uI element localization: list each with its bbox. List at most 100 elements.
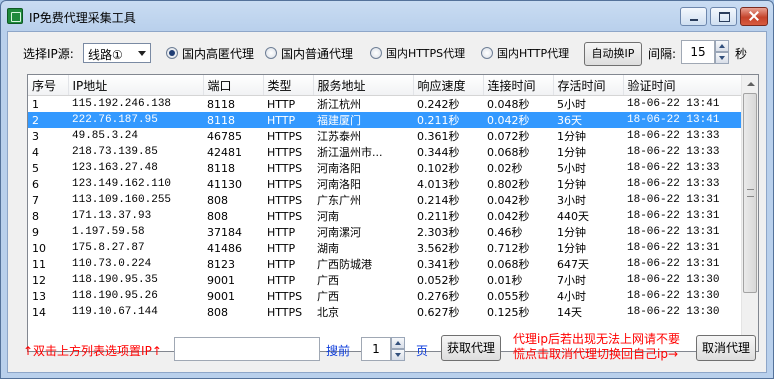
table-cell: HTTPS — [267, 193, 303, 207]
table-cell: HTTP — [267, 273, 296, 287]
table-cell: 4 — [32, 145, 39, 159]
table-cell: HTTPS — [267, 289, 303, 303]
table-cell: 18-06-22 13:30 — [627, 274, 720, 286]
radio-high-anonymity[interactable] — [166, 47, 178, 59]
radio-http[interactable] — [481, 47, 493, 59]
table-cell: HTTP — [267, 257, 296, 271]
column-header[interactable]: 服务地址 — [313, 75, 414, 96]
radio-https[interactable] — [370, 47, 382, 59]
table-cell: 1分钟 — [557, 242, 586, 255]
table-cell: 18-06-22 13:30 — [627, 306, 720, 318]
table-row[interactable]: 14 119.10.67.144 808 HTTPS 北京 0.627秒 0.125秒 14天… — [28, 304, 741, 320]
table-cell: 河南洛阳 — [317, 162, 361, 175]
ip-input[interactable] — [174, 337, 320, 361]
interval-stepper[interactable] — [715, 40, 729, 64]
page-input[interactable]: 1 — [361, 337, 391, 361]
decrement-icon[interactable] — [715, 52, 729, 64]
interval-unit: 秒 — [735, 47, 748, 61]
table-cell: 18-06-22 13:31 — [627, 194, 720, 206]
table-cell: 广西 — [317, 290, 339, 303]
table-cell: HTTP — [267, 241, 296, 255]
table-cell: 8123 — [207, 257, 235, 271]
table-body: 1 115.192.246.138 8118 HTTP 浙江杭州 0.242秒 0.048秒… — [28, 96, 741, 321]
table-header-row: 序号 IP地址 端口 类型 服务地址 响应速度 连接时间 存活时间 验证时间 — [28, 75, 742, 96]
cancel-proxy-button[interactable]: 取消代理 — [696, 335, 756, 361]
table-cell: 0.627秒 — [417, 306, 460, 319]
table-cell: HTTP — [267, 97, 296, 111]
column-header[interactable]: 存活时间 — [553, 75, 624, 96]
scroll-up-icon[interactable] — [742, 75, 758, 92]
table-cell: 2 — [28, 112, 68, 128]
table-cell: 1 — [32, 97, 39, 111]
minimize-button[interactable] — [680, 7, 707, 26]
table-cell: 广西 — [317, 274, 339, 287]
table-cell: 18-06-22 13:31 — [627, 210, 720, 222]
table-cell: 0.102秒 — [417, 162, 460, 175]
table-row[interactable]: 11 110.73.0.224 8123 HTTP 广西防城港 0.341秒 0.068秒 6… — [28, 256, 741, 272]
table-cell: 广东广州 — [317, 194, 361, 207]
table-cell: 0.211秒 — [417, 210, 460, 223]
table-cell: 0.042秒 — [483, 112, 553, 128]
table-cell: 1分钟 — [557, 178, 586, 191]
auto-switch-ip-button[interactable]: 自动换IP — [584, 42, 642, 66]
table-cell: HTTPS — [267, 129, 303, 143]
column-header[interactable]: 连接时间 — [483, 75, 554, 96]
table-row[interactable]: 12 118.190.95.35 9001 HTTP 广西 0.052秒 0.01秒 7小时 1… — [28, 272, 741, 288]
table-row[interactable]: 9 1.197.59.58 37184 HTTP 河南漯河 2.303秒 0.46秒 1分钟 1… — [28, 224, 741, 240]
vertical-scrollbar[interactable] — [741, 75, 758, 351]
column-header[interactable]: 端口 — [203, 75, 264, 96]
table-cell: 18-06-22 13:30 — [627, 290, 720, 302]
table-row[interactable]: 13 118.190.95.26 9001 HTTPS 广西 0.276秒 0.055秒 4小… — [28, 288, 741, 304]
table-cell: 37184 — [207, 225, 242, 239]
table-cell: 6 — [32, 177, 39, 191]
table-cell: 1分钟 — [557, 226, 586, 239]
radio-normal[interactable] — [265, 47, 277, 59]
column-header[interactable]: 序号 — [28, 75, 69, 96]
decrement-icon[interactable] — [391, 349, 405, 361]
ip-source-value: 线路① — [88, 48, 123, 62]
table-cell: 浙江温州市... — [317, 146, 383, 159]
table-cell: 0.072秒 — [487, 130, 530, 143]
get-proxy-button[interactable]: 获取代理 — [441, 335, 501, 361]
table-cell: 18-06-22 13:41 — [627, 98, 720, 110]
radio-high-anonymity-label[interactable]: 国内高匿代理 — [182, 45, 254, 62]
table-cell: 46785 — [207, 129, 242, 143]
maximize-button[interactable] — [710, 7, 737, 26]
proxy-warning-line-2: 慌点击取消代理切换回自己ip→ — [513, 347, 679, 361]
title-bar[interactable]: IP免费代理采集工具 — [1, 1, 773, 31]
table-row[interactable]: 2 222.76.187.95 8118 HTTP 福建厦门 0.211秒 0.042秒 36… — [28, 112, 741, 128]
ip-source-select[interactable]: 线路① — [83, 43, 151, 63]
table-row[interactable]: 4 218.73.139.85 42481 HTTPS 浙江温州市... 0.344秒 0.… — [28, 144, 741, 160]
page-stepper[interactable] — [391, 337, 405, 361]
table-cell: 3 — [32, 129, 39, 143]
proxy-list[interactable]: 序号 IP地址 端口 类型 服务地址 响应速度 连接时间 存活时间 验证时间 1… — [27, 74, 759, 352]
table-row[interactable]: 10 175.8.27.87 41486 HTTP 湖南 3.562秒 0.712秒 1分钟 1… — [28, 240, 741, 256]
radio-normal-label[interactable]: 国内普通代理 — [281, 45, 353, 62]
radio-http-label[interactable]: 国内HTTP代理 — [497, 45, 569, 61]
close-button[interactable] — [740, 7, 768, 26]
radio-https-label[interactable]: 国内HTTPS代理 — [386, 45, 465, 61]
table-cell: 49.85.3.24 — [72, 130, 139, 142]
table-cell: 0.211秒 — [413, 112, 483, 128]
column-header[interactable]: 类型 — [263, 75, 314, 96]
table-cell: 115.192.246.138 — [72, 98, 172, 110]
increment-icon[interactable] — [715, 40, 729, 52]
scroll-thumb[interactable] — [743, 93, 757, 293]
column-header[interactable]: 响应速度 — [413, 75, 484, 96]
search-prev-link[interactable]: 搜前 — [326, 342, 350, 359]
table-cell: 1.197.59.58 — [72, 226, 145, 238]
table-row[interactable]: 8 171.13.37.93 808 HTTPS 河南 0.211秒 0.042秒 440天 1… — [28, 208, 741, 224]
column-header[interactable]: 验证时间 — [623, 75, 742, 96]
table-cell: 河南洛阳 — [317, 178, 361, 191]
table-cell: 0.01秒 — [487, 274, 523, 287]
column-header[interactable]: IP地址 — [68, 75, 204, 96]
table-cell: 0.341秒 — [417, 258, 460, 271]
table-row[interactable]: 1 115.192.246.138 8118 HTTP 浙江杭州 0.242秒 0.048秒… — [28, 96, 741, 113]
table-row[interactable]: 7 113.109.160.255 808 HTTPS 广东广州 0.214秒 0.042秒… — [28, 192, 741, 208]
table-row[interactable]: 6 123.149.162.110 41130 HTTPS 河南洛阳 4.013秒 0.80… — [28, 176, 741, 192]
interval-input[interactable]: 15 — [681, 40, 715, 64]
table-cell: 0.242秒 — [417, 98, 460, 111]
table-row[interactable]: 5 123.163.27.48 8118 HTTPS 河南洛阳 0.102秒 0.02秒 5小… — [28, 160, 741, 176]
table-row[interactable]: 3 49.85.3.24 46785 HTTPS 江苏泰州 0.361秒 0.072秒 1分钟… — [28, 128, 741, 144]
increment-icon[interactable] — [391, 337, 405, 349]
